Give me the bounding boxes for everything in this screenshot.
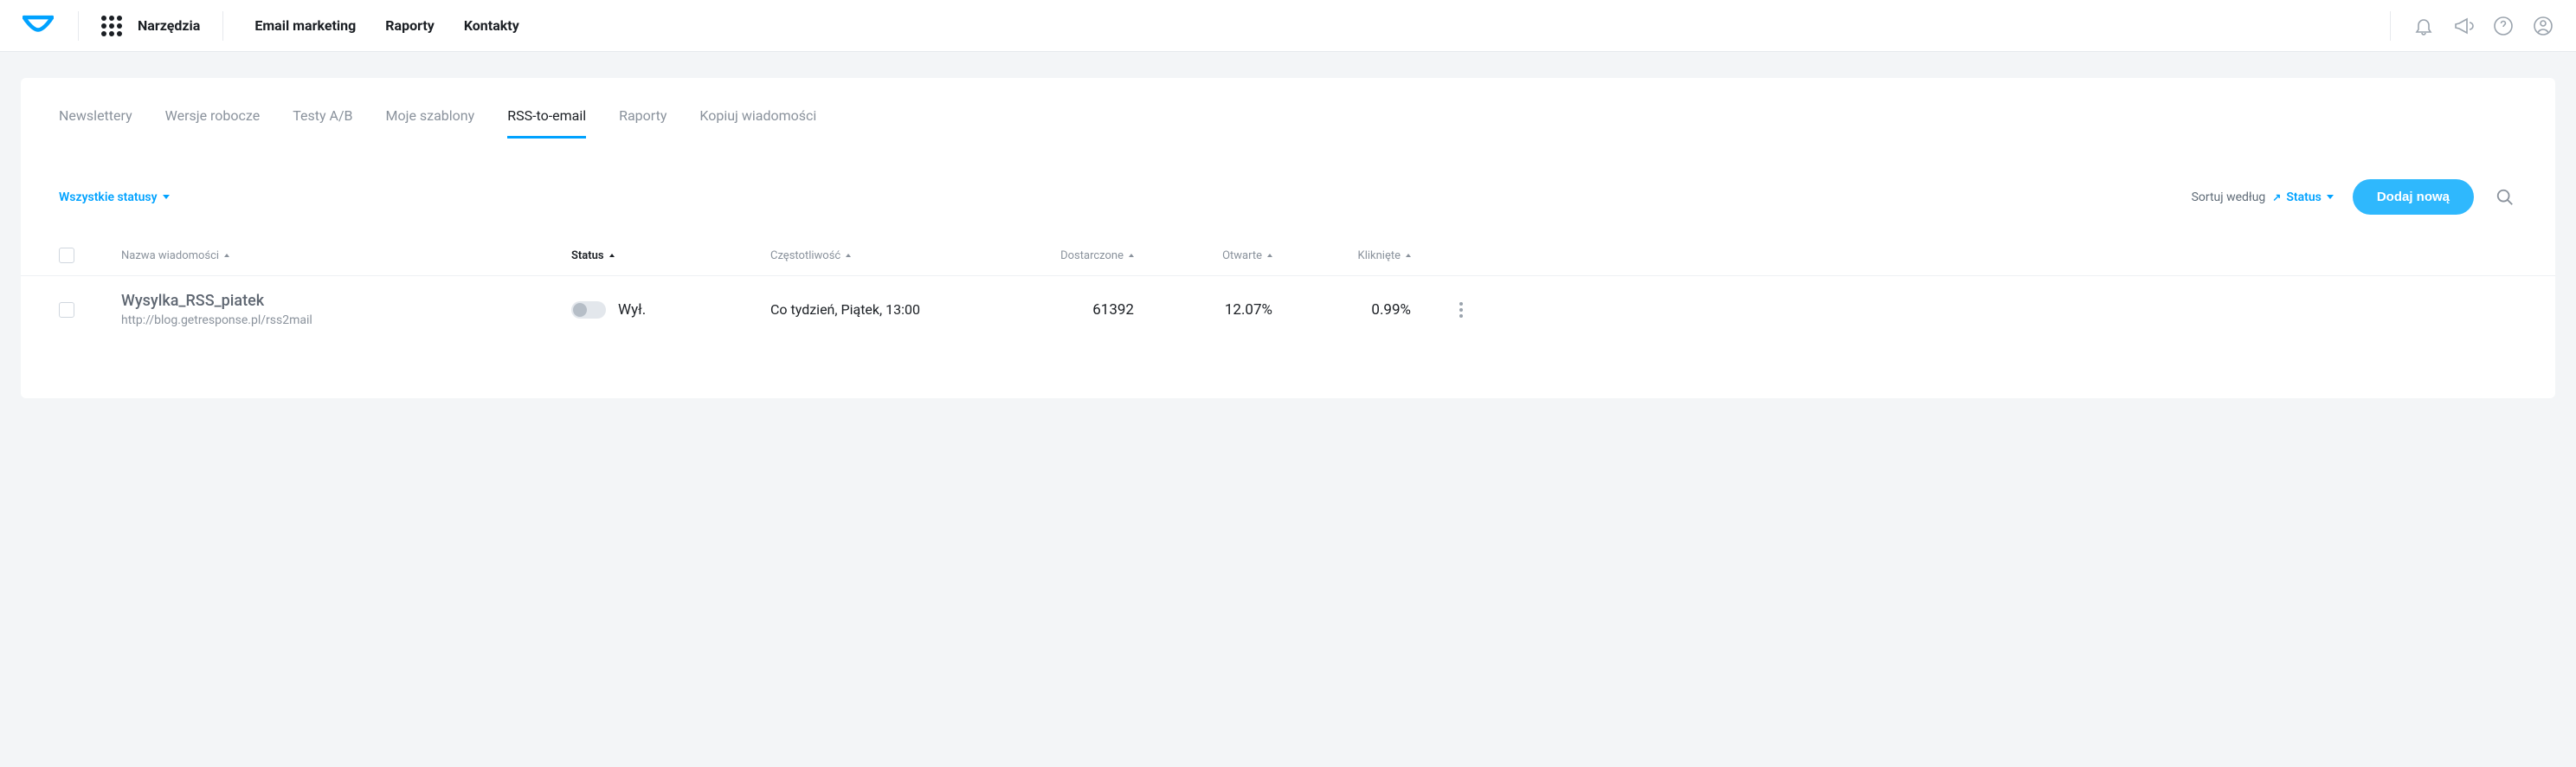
tab-reports[interactable]: Raporty	[619, 107, 667, 139]
nav-link-email-marketing[interactable]: Email marketing	[254, 17, 356, 34]
megaphone-icon[interactable]	[2451, 14, 2476, 38]
tab-ab-tests[interactable]: Testy A/B	[293, 107, 352, 139]
sort-field: Status	[2286, 190, 2321, 204]
table-row: Wysylka_RSS_piatek http://blog.getrespon…	[21, 275, 2555, 350]
brand-logo[interactable]	[21, 9, 55, 43]
col-delivered[interactable]: Dostarczone	[978, 249, 1134, 262]
tab-drafts[interactable]: Wersje robocze	[165, 107, 261, 139]
sort-prefix: Sortuj według	[2192, 190, 2266, 204]
tab-bar: Newslettery Wersje robocze Testy A/B Moj…	[21, 78, 2555, 139]
bell-icon[interactable]	[2412, 14, 2436, 38]
user-icon[interactable]	[2531, 14, 2555, 38]
col-opened[interactable]: Otwarte	[1134, 249, 1272, 262]
delivered-value: 61392	[978, 301, 1134, 319]
col-status[interactable]: Status	[571, 249, 770, 262]
opened-value: 12.07%	[1134, 301, 1272, 319]
status-filter-dropdown[interactable]: Wszystkie statusy	[59, 190, 170, 204]
apps-grid-icon	[101, 16, 122, 36]
tab-my-templates[interactable]: Moje szablony	[386, 107, 475, 139]
nav-link-reports[interactable]: Raporty	[385, 17, 435, 34]
tab-newsletters[interactable]: Newslettery	[59, 107, 132, 139]
col-frequency[interactable]: Częstotliwość	[770, 249, 978, 262]
status-toggle[interactable]	[571, 301, 606, 319]
col-clicked[interactable]: Kliknięte	[1272, 249, 1411, 262]
status-filter-label: Wszystkie statusy	[59, 190, 158, 204]
add-new-button[interactable]: Dodaj nową	[2353, 179, 2474, 215]
chevron-down-icon	[163, 195, 170, 199]
divider	[2390, 11, 2391, 41]
help-icon[interactable]	[2491, 14, 2515, 38]
sort-control[interactable]: Sortuj według ↗ Status	[2192, 190, 2334, 204]
nav-link-contacts[interactable]: Kontakty	[464, 17, 519, 34]
message-url: http://blog.getresponse.pl/rss2mail	[121, 313, 571, 327]
divider	[78, 11, 79, 41]
divider	[222, 11, 223, 41]
status-label: Wył.	[618, 301, 646, 319]
select-all-checkbox[interactable]	[59, 248, 74, 263]
message-name[interactable]: Wysylka_RSS_piatek	[121, 292, 571, 310]
chevron-down-icon	[2327, 195, 2334, 199]
tab-rss-to-email[interactable]: RSS-to-email	[507, 107, 586, 139]
clicked-value: 0.99%	[1272, 301, 1411, 319]
search-icon[interactable]	[2493, 185, 2517, 209]
row-checkbox[interactable]	[59, 302, 74, 318]
frequency-value: Co tydzień, Piątek, 13:00	[770, 300, 978, 319]
tab-copy-messages[interactable]: Kopiuj wiadomości	[699, 107, 816, 139]
col-name[interactable]: Nazwa wiadomości	[121, 249, 571, 262]
row-actions-menu[interactable]	[1459, 302, 1463, 318]
tools-menu[interactable]: Narzędzia	[101, 16, 200, 36]
tools-label: Narzędzia	[138, 17, 200, 34]
sort-direction-icon: ↗	[2272, 191, 2281, 203]
table-header: Nazwa wiadomości Status Częstotliwość Do…	[21, 239, 2555, 275]
